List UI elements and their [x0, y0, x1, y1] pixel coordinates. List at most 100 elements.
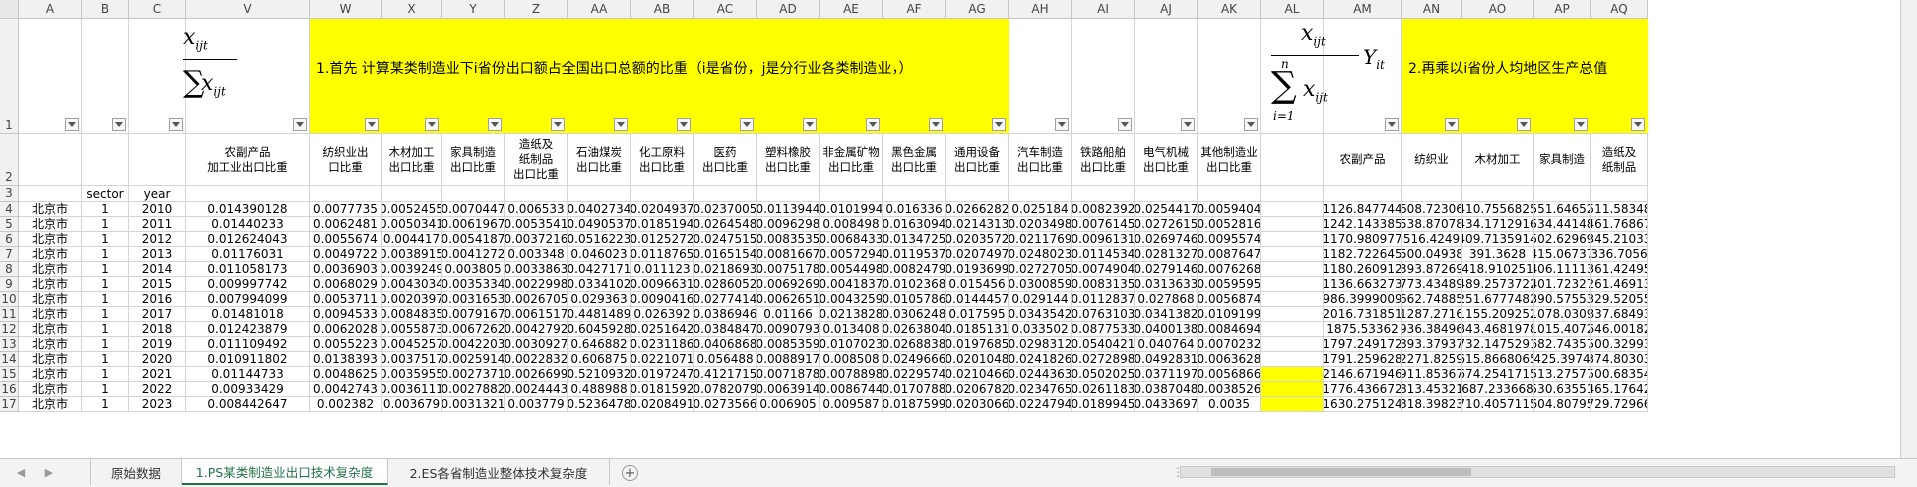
- cell-row1-AH[interactable]: [1009, 19, 1072, 134]
- subheader-X[interactable]: [382, 186, 442, 202]
- subheader-C[interactable]: year: [129, 186, 186, 202]
- column-header-Z[interactable]: Z: [505, 0, 568, 19]
- cell-row1-AJ[interactable]: [1135, 19, 1198, 134]
- table-cell[interactable]: 1875.53362: [1324, 322, 1402, 337]
- table-cell[interactable]: 1: [82, 382, 129, 397]
- table-cell[interactable]: 0.0090793: [757, 322, 820, 337]
- table-cell[interactable]: 0.4481489: [568, 307, 631, 322]
- table-cell[interactable]: 0.0229574: [883, 367, 946, 382]
- table-cell[interactable]: 0.0118765: [631, 247, 694, 262]
- column-header-AC[interactable]: AC: [694, 0, 757, 19]
- table-cell[interactable]: 2012: [129, 232, 186, 247]
- column-header-V[interactable]: V: [186, 0, 310, 19]
- table-cell[interactable]: 646.00182: [1591, 322, 1648, 337]
- table-cell[interactable]: 615.8668065: [1462, 352, 1534, 367]
- table-cell[interactable]: 北京市: [19, 337, 82, 352]
- table-cell[interactable]: 662.74885: [1402, 292, 1462, 307]
- table-cell[interactable]: 0.0197685: [946, 337, 1009, 352]
- table-cell[interactable]: 393.87269: [1402, 262, 1462, 277]
- filter-dropdown-icon[interactable]: [65, 118, 79, 131]
- table-cell[interactable]: [1261, 262, 1324, 277]
- table-cell[interactable]: 0.010911802: [186, 352, 310, 367]
- table-cell[interactable]: 0.0279146: [1135, 262, 1198, 277]
- subheader-Y[interactable]: [442, 186, 505, 202]
- table-cell[interactable]: 0.029144: [1009, 292, 1072, 307]
- header-label-AL[interactable]: [1261, 134, 1324, 186]
- table-cell[interactable]: 0.0119537: [883, 247, 946, 262]
- table-cell[interactable]: 0.0170788: [883, 382, 946, 397]
- table-cell[interactable]: 0.026392: [631, 307, 694, 322]
- table-cell[interactable]: 0.0244363: [1009, 367, 1072, 382]
- table-cell[interactable]: 0.0027371: [442, 367, 505, 382]
- vertical-scrollbar[interactable]: [1900, 0, 1917, 458]
- filter-dropdown-icon[interactable]: [551, 118, 565, 131]
- table-cell[interactable]: 0.0094533: [310, 307, 382, 322]
- table-cell[interactable]: 500.68354: [1591, 367, 1648, 382]
- table-cell[interactable]: 0.0054187: [442, 232, 505, 247]
- filter-dropdown-icon[interactable]: [1574, 118, 1588, 131]
- table-cell[interactable]: 0.0068433: [820, 232, 883, 247]
- table-cell[interactable]: 0.008442647: [186, 397, 310, 412]
- column-header-AG[interactable]: AG: [946, 0, 1009, 19]
- subheader-AD[interactable]: [757, 186, 820, 202]
- table-cell[interactable]: 0.017595: [946, 307, 1009, 322]
- filter-dropdown-icon[interactable]: [425, 118, 439, 131]
- table-cell[interactable]: 0.0062028: [310, 322, 382, 337]
- table-cell[interactable]: 1776.436672: [1324, 382, 1402, 397]
- table-cell[interactable]: 345.21033: [1591, 232, 1648, 247]
- table-cell[interactable]: 732.1475291: [1462, 337, 1534, 352]
- table-cell[interactable]: 0.0763103: [1072, 307, 1135, 322]
- table-cell[interactable]: 0.013408: [820, 322, 883, 337]
- table-cell[interactable]: 0.0025914: [442, 352, 505, 367]
- table-cell[interactable]: 390.57553: [1534, 292, 1591, 307]
- table-cell[interactable]: 0.0221071: [631, 352, 694, 367]
- table-cell[interactable]: 936.38496: [1402, 322, 1462, 337]
- header-label-AE[interactable]: 非金属矿物 出口比重: [820, 134, 883, 186]
- table-cell[interactable]: 251.6777482: [1462, 292, 1534, 307]
- table-cell[interactable]: 0.0035: [1198, 397, 1261, 412]
- table-cell[interactable]: 北京市: [19, 202, 82, 217]
- table-cell[interactable]: 0.0084835: [382, 307, 442, 322]
- table-cell[interactable]: 0.0043259: [820, 292, 883, 307]
- table-cell[interactable]: 391.3628: [1462, 247, 1534, 262]
- table-cell[interactable]: 0.0189945: [1072, 397, 1135, 412]
- table-cell[interactable]: 1: [82, 292, 129, 307]
- table-cell[interactable]: 0.040764: [1135, 337, 1198, 352]
- column-header-AB[interactable]: AB: [631, 0, 694, 19]
- table-cell[interactable]: 0.029363: [568, 292, 631, 307]
- tab-scroll-left-icon[interactable]: ◀: [12, 463, 30, 481]
- row-header[interactable]: 4: [0, 202, 19, 217]
- table-cell[interactable]: 0.0069269: [757, 277, 820, 292]
- table-cell[interactable]: 0.0490537: [568, 217, 631, 232]
- table-cell[interactable]: 0.0053541: [505, 217, 568, 232]
- table-cell[interactable]: 0.00933429: [186, 382, 310, 397]
- row-header[interactable]: 16: [0, 382, 19, 397]
- select-all-corner[interactable]: [0, 0, 19, 19]
- table-cell[interactable]: 0.0083535: [757, 232, 820, 247]
- table-cell[interactable]: 北京市: [19, 232, 82, 247]
- filter-dropdown-icon[interactable]: [1181, 118, 1195, 131]
- table-cell[interactable]: 0.0113944: [757, 202, 820, 217]
- table-cell[interactable]: 0.0193699: [946, 262, 1009, 277]
- header-label-Y[interactable]: 家具制造 出口比重: [442, 134, 505, 186]
- header-label-AM[interactable]: 农副产品: [1324, 134, 1402, 186]
- subheader-AI[interactable]: [1072, 186, 1135, 202]
- table-cell[interactable]: 0.0096631: [631, 277, 694, 292]
- subheader-AJ[interactable]: [1135, 186, 1198, 202]
- table-cell[interactable]: 1: [82, 277, 129, 292]
- table-cell[interactable]: 461.76867: [1591, 217, 1648, 232]
- header-label-AQ[interactable]: 造纸及 纸制品: [1591, 134, 1648, 186]
- table-cell[interactable]: 0.0277414: [694, 292, 757, 307]
- table-cell[interactable]: 465.17642: [1591, 382, 1648, 397]
- table-cell[interactable]: 0.0165154: [694, 247, 757, 262]
- subheader-W[interactable]: [310, 186, 382, 202]
- table-cell[interactable]: 0.0101994: [820, 202, 883, 217]
- table-cell[interactable]: 0.003679: [382, 397, 442, 412]
- cell-row1-AK[interactable]: [1198, 19, 1261, 134]
- table-cell[interactable]: 0.0055873: [382, 322, 442, 337]
- table-cell[interactable]: 1: [82, 322, 129, 337]
- subheader-AM[interactable]: [1324, 186, 1402, 202]
- table-cell[interactable]: 0.0035955: [382, 367, 442, 382]
- table-cell[interactable]: 北京市: [19, 367, 82, 382]
- table-cell[interactable]: 0.0087647: [1198, 247, 1261, 262]
